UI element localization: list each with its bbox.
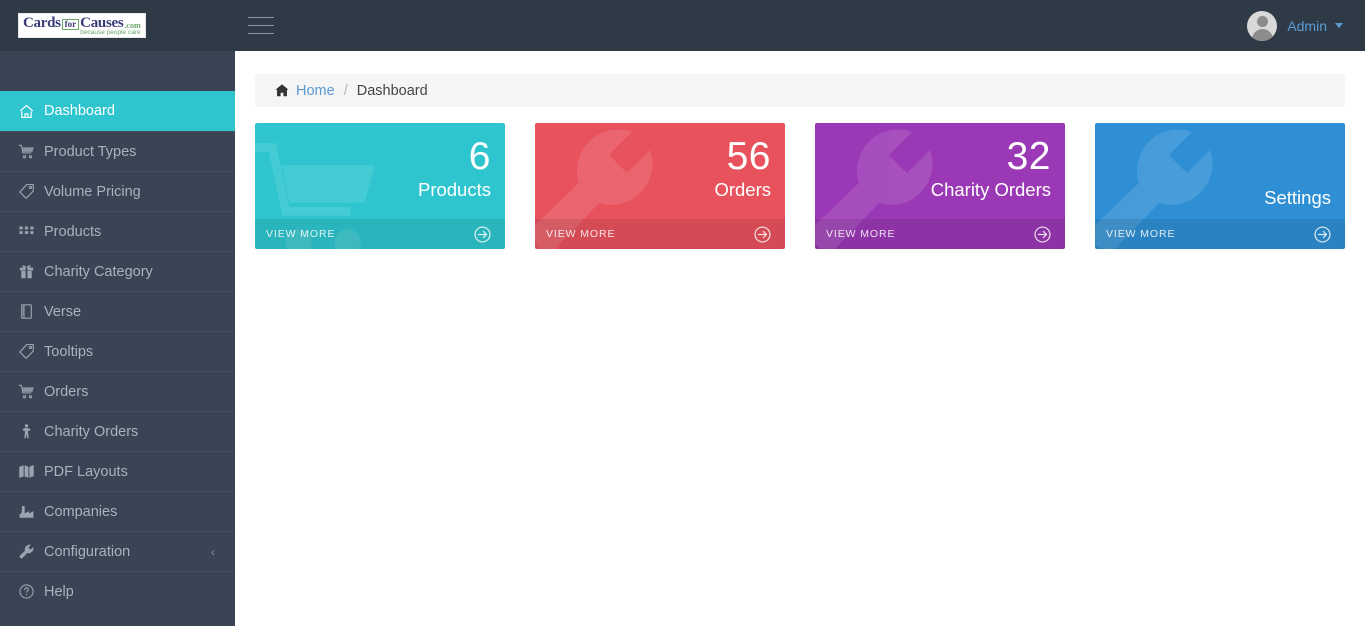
arrow-circle-right-icon <box>753 225 772 244</box>
sidebar-item-charity-orders[interactable]: Charity Orders <box>0 411 235 451</box>
logo-for-text: for <box>61 18 80 30</box>
stat-card-value: 6 <box>468 135 491 178</box>
sidebar-item-companies[interactable]: Companies <box>0 491 235 531</box>
grid-icon <box>18 223 44 240</box>
stat-card-body: Settings <box>1264 135 1331 209</box>
sidebar-item-label: Configuration <box>44 543 131 560</box>
sidebar-item-label: Volume Pricing <box>44 183 141 200</box>
sidebar-item-tooltips[interactable]: Tooltips <box>0 331 235 371</box>
sidebar-item-products[interactable]: Products <box>0 211 235 251</box>
view-more-label: VIEW MORE <box>546 228 616 240</box>
stat-card-label: Products <box>417 179 491 200</box>
tag-icon <box>18 343 44 360</box>
stat-card-value: 32 <box>1006 135 1051 178</box>
sidebar-item-label: Dashboard <box>44 103 115 119</box>
sidebar-item-help[interactable]: Help <box>0 571 235 611</box>
wrench-icon <box>18 543 44 560</box>
avatar <box>1247 10 1278 41</box>
stat-card-footer[interactable]: VIEW MORE <box>815 219 1065 249</box>
stat-card-footer[interactable]: VIEW MORE <box>535 219 785 249</box>
logo-cards-text: Cards <box>23 14 61 31</box>
sidebar-item-label: Products <box>44 223 102 240</box>
hamburger-bar <box>248 32 274 35</box>
factory-icon <box>18 503 44 520</box>
question-circle-icon <box>18 583 44 600</box>
stat-card-charity-orders[interactable]: 32 Charity Orders VIEW MORE <box>815 123 1065 249</box>
shopping-cart-icon <box>18 143 44 160</box>
arrow-circle-right-icon <box>1313 225 1332 244</box>
sidebar-item-configuration[interactable]: Configuration ‹ <box>0 531 235 571</box>
sidebar-item-label: Help <box>44 583 74 600</box>
stat-card-label: Charity Orders <box>930 179 1051 200</box>
sidebar-item-label: Charity Orders <box>44 423 139 440</box>
sidebar: Dashboard Product Types Volume Pricing P… <box>0 51 235 626</box>
person-icon <box>18 423 44 440</box>
stat-card-footer[interactable]: VIEW MORE <box>1095 219 1345 249</box>
map-icon <box>18 463 44 480</box>
sidebar-item-label: Charity Category <box>44 263 153 280</box>
chevron-down-icon <box>1335 23 1343 28</box>
breadcrumb-current: Dashboard <box>356 82 428 99</box>
sidebar-item-label: Product Types <box>44 143 137 160</box>
sidebar-item-label: Tooltips <box>44 343 94 360</box>
arrow-circle-right-icon <box>1033 225 1052 244</box>
book-icon <box>18 303 44 320</box>
logo-tagline: because people care <box>80 28 141 36</box>
sidebar-item-product-types[interactable]: Product Types <box>0 131 235 171</box>
stat-card-settings[interactable]: Settings VIEW MORE <box>1095 123 1345 249</box>
view-more-label: VIEW MORE <box>826 228 896 240</box>
view-more-label: VIEW MORE <box>266 228 336 240</box>
stat-card-label: Orders <box>714 179 771 200</box>
gift-icon <box>18 263 44 280</box>
sidebar-item-pdf-layouts[interactable]: PDF Layouts <box>0 451 235 491</box>
chevron-left-icon: ‹ <box>211 544 215 559</box>
stat-cards-row: 6 Products VIEW MORE 56 Orders VIEW MORE 32 C… <box>255 123 1345 249</box>
user-menu[interactable]: Admin <box>1247 10 1365 41</box>
brand-logo[interactable]: Cards for Causes .com because people car… <box>0 0 235 51</box>
hamburger-bar <box>248 24 274 27</box>
tag-icon <box>18 183 44 200</box>
sidebar-item-label: Verse <box>44 303 82 320</box>
top-navbar: Cards for Causes .com because people car… <box>0 0 1365 51</box>
arrow-circle-right-icon <box>473 225 492 244</box>
stat-card-footer[interactable]: VIEW MORE <box>255 219 505 249</box>
hamburger-bar <box>248 16 274 19</box>
home-icon <box>275 84 289 97</box>
stat-card-body: 6 Products <box>418 135 491 201</box>
sidebar-top-spacer <box>0 51 235 91</box>
home-icon <box>18 103 44 120</box>
logo-image: Cards for Causes .com because people car… <box>18 12 146 39</box>
sidebar-item-verse[interactable]: Verse <box>0 291 235 331</box>
sidebar-item-label: PDF Layouts <box>44 463 128 480</box>
breadcrumb: Home / Dashboard <box>255 74 1345 107</box>
stat-card-label: Settings <box>1264 187 1331 208</box>
main-content: Home / Dashboard 6 Products VIEW MORE 56 Or… <box>235 51 1365 626</box>
stat-card-products[interactable]: 6 Products VIEW MORE <box>255 123 505 249</box>
user-name-label: Admin <box>1287 17 1327 34</box>
sidebar-item-orders[interactable]: Orders <box>0 371 235 411</box>
stat-card-value: 56 <box>726 135 771 178</box>
breadcrumb-separator: / <box>343 82 348 99</box>
sidebar-item-label: Orders <box>44 383 89 400</box>
stat-card-body: 32 Charity Orders <box>931 135 1051 201</box>
shopping-cart-icon <box>18 383 44 400</box>
sidebar-item-label: Companies <box>44 503 118 520</box>
stat-card-body: 56 Orders <box>714 135 771 201</box>
sidebar-item-charity-category[interactable]: Charity Category <box>0 251 235 291</box>
sidebar-item-volume-pricing[interactable]: Volume Pricing <box>0 171 235 211</box>
breadcrumb-home-link[interactable]: Home <box>296 83 335 99</box>
hamburger-menu-icon[interactable] <box>248 13 278 39</box>
stat-card-orders[interactable]: 56 Orders VIEW MORE <box>535 123 785 249</box>
view-more-label: VIEW MORE <box>1106 228 1176 240</box>
sidebar-item-dashboard[interactable]: Dashboard <box>0 91 235 131</box>
